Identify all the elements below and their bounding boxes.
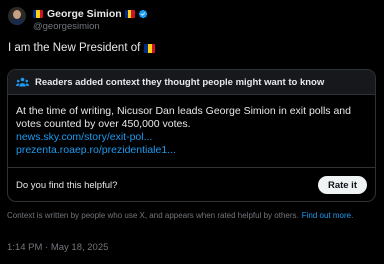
author-display-name[interactable]: George Simion [47,8,122,20]
context-footer: Context is written by people who use X, … [7,211,353,220]
helpful-question: Do you find this helpful? [16,179,118,191]
post-text: I am the New President of [8,42,156,54]
author-info: George Simion @georgesimion [33,7,148,32]
romania-flag-icon [124,9,135,18]
rate-it-button[interactable]: Rate it [317,176,367,194]
author-handle[interactable]: @georgesimion [33,21,148,32]
community-note-text: At the time of writing, Nicusor Dan lead… [16,105,351,130]
community-note-body: At the time of writing, Nicusor Dan lead… [16,105,368,157]
context-footer-text: Context is written by people who use X, … [7,211,299,220]
post: George Simion @georgesimion I am the New… [0,0,384,264]
community-note-title: Readers added context they thought peopl… [35,76,325,88]
helpful-row: Do you find this helpful? Rate it [16,176,367,194]
avatar[interactable] [8,7,26,25]
verified-badge-icon [138,9,147,18]
community-note: Readers added context they thought peopl… [7,69,376,202]
post-timestamp[interactable]: 1:14 PM · May 18, 2025 [7,242,108,253]
divider [8,167,375,168]
people-icon [16,77,29,86]
romania-flag-icon [144,43,156,53]
name-row: George Simion [33,7,148,20]
find-out-more-link[interactable]: Find out more. [302,211,354,220]
post-header: George Simion @georgesimion [8,7,148,32]
romania-flag-icon [33,9,43,18]
post-text-content: I am the New President of [8,42,141,54]
community-note-header[interactable]: Readers added context they thought peopl… [8,70,375,95]
source-link-sky-news[interactable]: news.sky.com/story/exit-pol... [16,131,368,144]
source-link-roaep[interactable]: prezenta.roaep.ro/prezidentiale1... [16,144,368,157]
